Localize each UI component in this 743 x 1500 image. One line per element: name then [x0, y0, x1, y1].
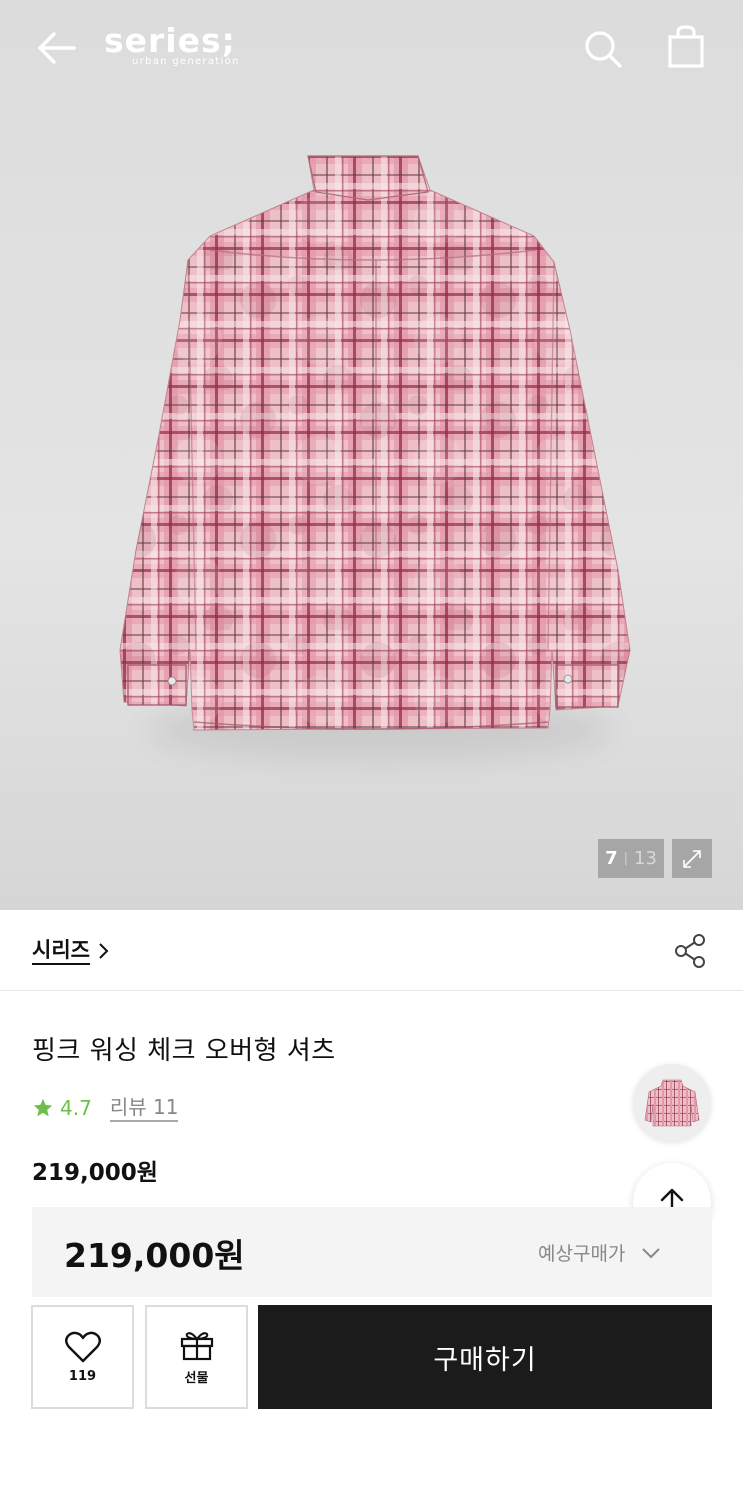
shirt-thumbnail-image: [644, 1079, 700, 1127]
image-counter-separator: |: [623, 851, 628, 866]
image-counter-total: 13: [634, 848, 657, 869]
chevron-right-icon: [99, 943, 109, 959]
share-icon: [675, 934, 705, 968]
product-image-gallery[interactable]: series; urban generation 7 | 13: [0, 0, 743, 910]
image-counter-current: 7: [605, 848, 618, 869]
rating-score: 4.7: [60, 1096, 92, 1120]
review-count-link[interactable]: 리뷰 11: [109, 1094, 179, 1122]
logo-wordmark: series;: [104, 21, 236, 60]
logo-tagline: urban generation: [132, 56, 240, 67]
product-image-shirt[interactable]: [118, 150, 634, 740]
cart-button[interactable]: [664, 24, 708, 70]
like-count: 119: [68, 1368, 97, 1384]
estimated-price-label: 예상구매가: [538, 1243, 626, 1265]
buy-button[interactable]: 구매하기: [258, 1305, 712, 1409]
shopping-bag-icon: [668, 25, 704, 68]
star-icon: [33, 1098, 53, 1117]
chevron-down-icon: [642, 1247, 661, 1258]
product-rating: 4.7 리뷰 11: [32, 1094, 179, 1122]
like-button[interactable]: 119: [31, 1305, 134, 1409]
brand-name: 시리즈: [32, 937, 90, 965]
image-counter: 7 | 13: [598, 839, 664, 878]
share-button[interactable]: [672, 932, 710, 970]
estimated-price-toggle[interactable]: 예상구매가: [538, 1239, 661, 1266]
gift-icon: [180, 1331, 213, 1360]
arrow-left-icon: [38, 32, 76, 64]
price-summary-bar: 219,000원 예상구매가: [32, 1207, 712, 1297]
brand-row: 시리즈: [0, 910, 743, 991]
search-icon: [585, 31, 622, 68]
gift-label: 선물: [184, 1370, 209, 1386]
brand-logo[interactable]: series; urban generation: [104, 24, 254, 72]
product-title: 핑크 워싱 체크 오버형 셔츠: [32, 1036, 336, 1066]
price-summary-value: 219,000원: [64, 1236, 245, 1275]
brand-link[interactable]: 시리즈: [32, 936, 110, 966]
search-button[interactable]: [580, 26, 626, 70]
expand-image-button[interactable]: [672, 839, 712, 878]
expand-icon: [683, 849, 701, 868]
heart-icon: [64, 1331, 101, 1362]
back-button[interactable]: [30, 26, 80, 70]
product-thumbnail[interactable]: [633, 1064, 711, 1142]
product-price: 219,000원: [32, 1160, 158, 1186]
gift-button[interactable]: 선물: [145, 1305, 248, 1409]
